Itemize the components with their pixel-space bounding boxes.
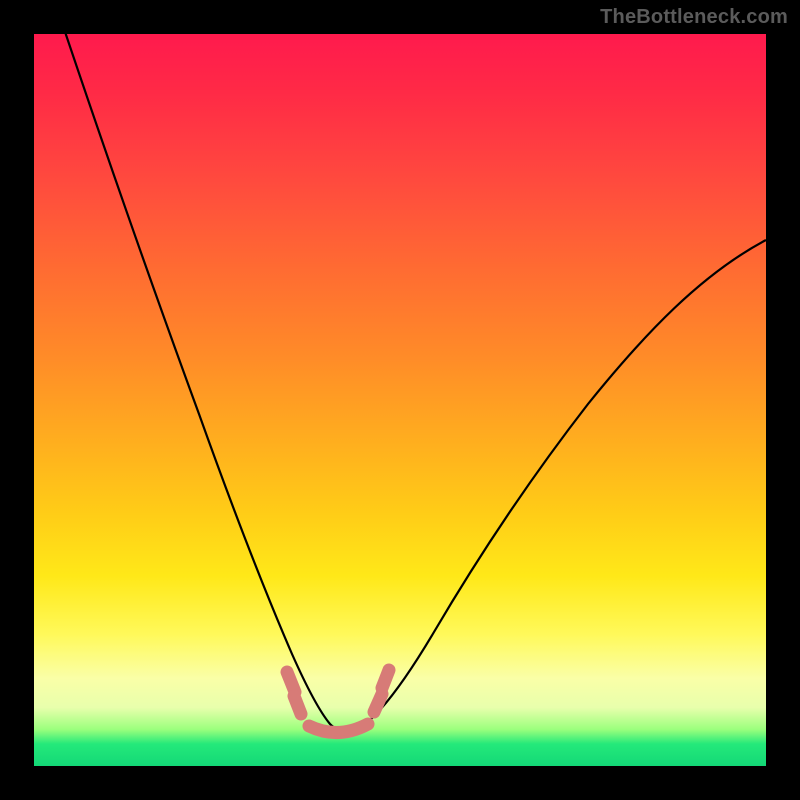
- marker-floor: [309, 724, 368, 733]
- valley-curve: [49, 0, 766, 731]
- marker-left-lower: [294, 696, 301, 714]
- chart-svg: [34, 34, 766, 766]
- marker-right-upper: [382, 670, 389, 688]
- watermark-text: TheBottleneck.com: [600, 6, 788, 29]
- plot-area: [34, 34, 766, 766]
- marker-left-upper: [287, 672, 295, 692]
- marker-right-lower: [374, 694, 382, 712]
